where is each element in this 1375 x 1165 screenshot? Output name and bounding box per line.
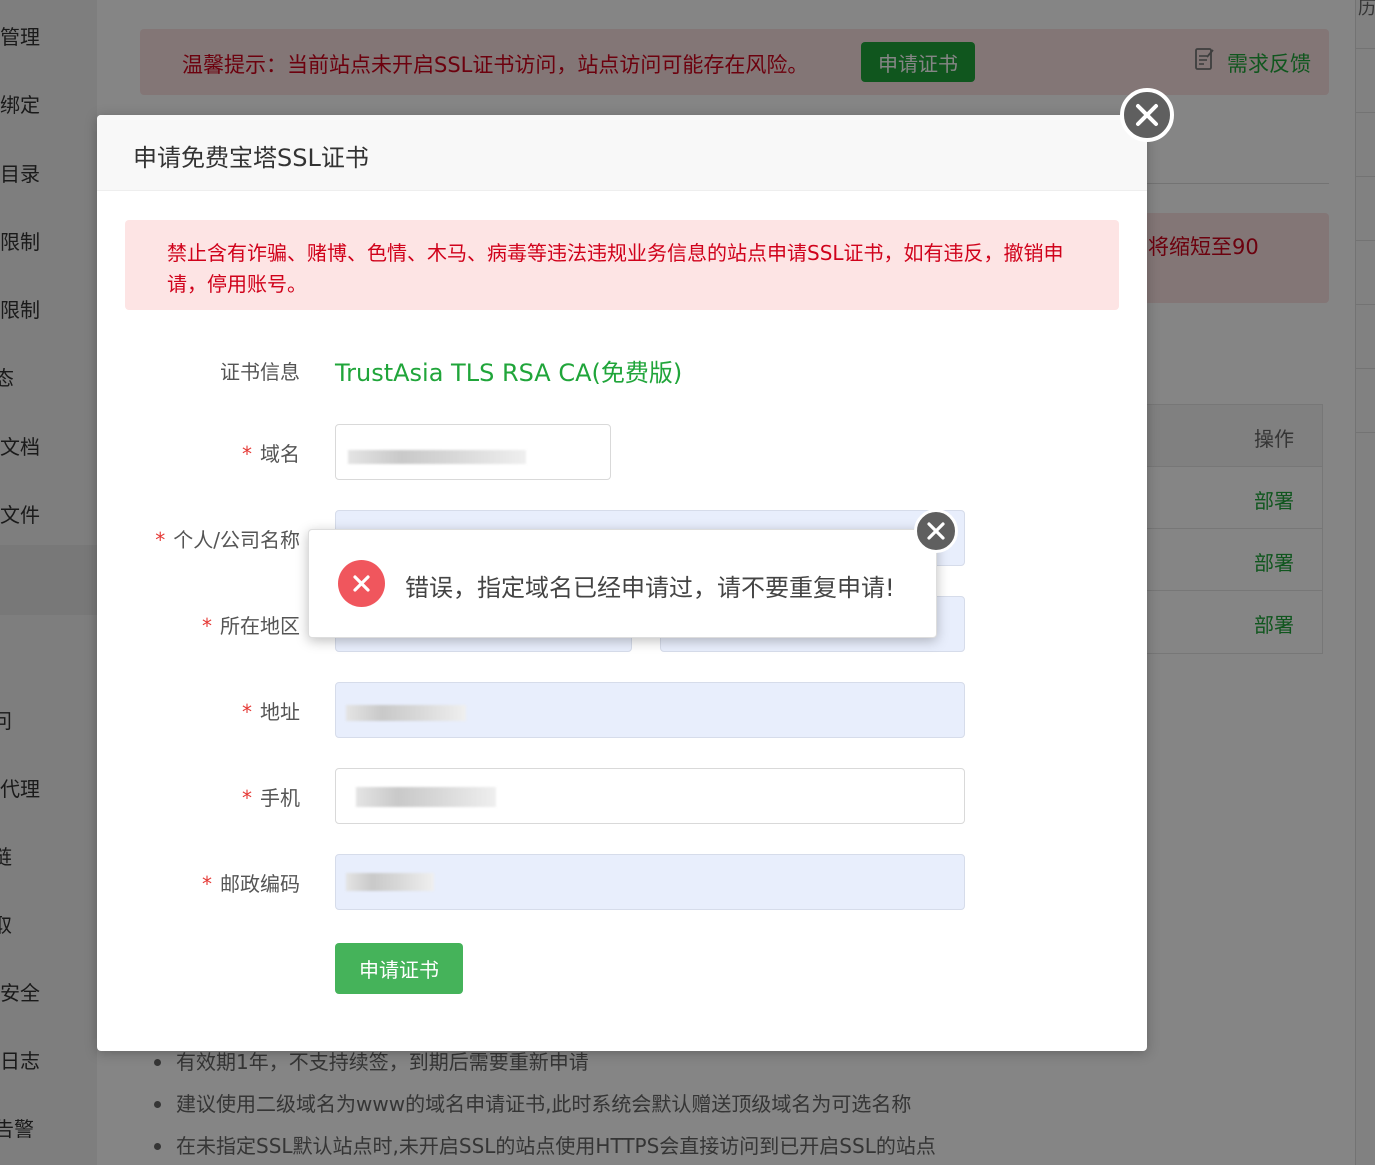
error-toast: 错误，指定域名已经申请过，请不要重复申请!: [308, 529, 937, 638]
required-mark: *: [155, 528, 166, 552]
domain-input[interactable]: [335, 424, 611, 480]
close-icon: [927, 522, 945, 540]
phone-label-text: 手机: [260, 786, 300, 810]
phone-label: * 手机: [242, 782, 300, 811]
domain-label-text: 域名: [260, 442, 300, 466]
redacted-value: [356, 787, 496, 807]
required-mark: *: [202, 614, 212, 638]
required-mark: *: [242, 786, 252, 810]
domain-label: * 域名: [242, 438, 300, 467]
dialog-close-button[interactable]: [1120, 88, 1174, 142]
address-label: * 地址: [242, 696, 300, 725]
redacted-value: [346, 705, 466, 721]
form-row-cert-info: 证书信息 TrustAsia TLS RSA CA(免费版): [97, 342, 1147, 398]
required-mark: *: [242, 700, 252, 724]
error-message: 错误，指定域名已经申请过，请不要重复申请!: [405, 574, 895, 602]
toast-close-button[interactable]: [914, 509, 958, 553]
redacted-value: [348, 450, 526, 464]
postcode-label: * 邮政编码: [202, 868, 300, 897]
close-icon: [1136, 104, 1158, 126]
form-row-phone: * 手机: [97, 768, 1147, 824]
error-icon: [338, 560, 385, 607]
required-mark: *: [202, 872, 212, 896]
redacted-value: [346, 873, 434, 891]
region-label-text: 所在地区: [220, 614, 300, 638]
submit-apply-button[interactable]: 申请证书: [335, 943, 463, 994]
company-label-text: 个人/公司名称: [173, 528, 300, 552]
form-row-postcode: * 邮政编码: [97, 854, 1147, 910]
dialog-header: 申请免费宝塔SSL证书: [97, 115, 1147, 191]
postcode-input[interactable]: [335, 854, 965, 910]
form-row-address: * 地址: [97, 682, 1147, 738]
cert-info-value: TrustAsia TLS RSA CA(免费版): [335, 359, 683, 387]
postcode-label-text: 邮政编码: [220, 872, 300, 896]
form-row-domain: * 域名: [97, 424, 1147, 480]
cert-info-label: 证书信息: [220, 360, 300, 384]
company-label: * 个人/公司名称: [155, 524, 300, 553]
region-label: * 所在地区: [202, 610, 300, 639]
phone-input[interactable]: [335, 768, 965, 824]
policy-alert-text: 禁止含有诈骗、赌博、色情、木马、病毒等违法违规业务信息的站点申请SSL证书，如有…: [167, 241, 1064, 296]
required-mark: *: [242, 442, 252, 466]
dialog-title: 申请免费宝塔SSL证书: [133, 144, 369, 172]
policy-alert: 禁止含有诈骗、赌博、色情、木马、病毒等违法违规业务信息的站点申请SSL证书，如有…: [125, 220, 1119, 310]
address-input[interactable]: [335, 682, 965, 738]
address-label-text: 地址: [260, 700, 300, 724]
